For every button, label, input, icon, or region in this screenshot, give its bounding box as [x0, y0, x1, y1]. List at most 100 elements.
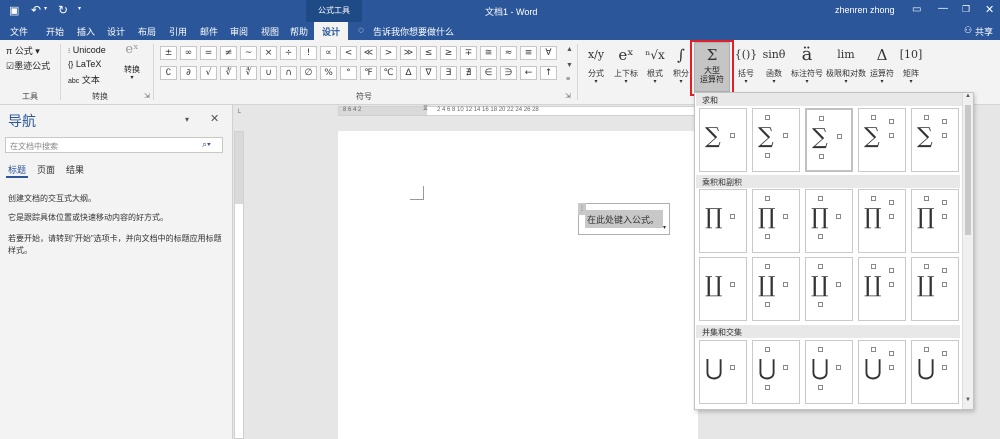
- symbol-button[interactable]: ≤: [420, 46, 437, 60]
- radical-button[interactable]: ⁿ√x 根式 ▾: [642, 42, 668, 85]
- nav-tab-headings[interactable]: 标题: [8, 163, 26, 176]
- symbol-button[interactable]: ∁: [160, 66, 177, 80]
- gallery-item[interactable]: ∏: [911, 189, 959, 253]
- ribbon-display-icon[interactable]: ▭: [912, 4, 921, 15]
- symbol-button[interactable]: ∜: [240, 66, 257, 80]
- symbol-button[interactable]: ∂: [180, 66, 197, 80]
- symbol-button[interactable]: ≪: [360, 46, 377, 60]
- indent-marker-icon[interactable]: ⧖: [423, 105, 428, 113]
- symbol-button[interactable]: ↑: [540, 66, 557, 80]
- gallery-item[interactable]: ∏: [805, 189, 853, 253]
- gallery-item[interactable]: ∑: [805, 108, 853, 172]
- nav-options-icon[interactable]: ▾: [185, 115, 189, 124]
- symbol-scroll-up-icon[interactable]: ▲: [566, 46, 573, 53]
- symbol-button[interactable]: ≠: [220, 46, 237, 60]
- tab-insert[interactable]: 插入: [77, 25, 95, 38]
- limit-log-button[interactable]: lim 极限和对数 ▾: [825, 42, 867, 85]
- gallery-item[interactable]: ∐: [699, 257, 747, 321]
- restore-icon[interactable]: ❐: [962, 4, 970, 15]
- symbol-button[interactable]: ≥: [440, 46, 457, 60]
- gallery-item[interactable]: ∑: [699, 108, 747, 172]
- symbol-button[interactable]: ∪: [260, 66, 277, 80]
- gallery-item[interactable]: ∐: [911, 257, 959, 321]
- equation-placeholder[interactable]: 在此处键入公式。: [585, 210, 663, 228]
- customize-qat-icon[interactable]: ▾: [78, 5, 81, 12]
- symbol-scroll-down-icon[interactable]: ▼: [566, 62, 573, 69]
- symbol-button[interactable]: ∀: [540, 46, 557, 60]
- document-page[interactable]: ⋮ 在此处键入公式。 ▾: [338, 131, 698, 439]
- nav-tab-pages[interactable]: 页面: [37, 163, 55, 176]
- symbol-button[interactable]: %: [320, 66, 337, 80]
- symbol-button[interactable]: ±: [160, 46, 177, 60]
- gallery-item[interactable]: ∑: [911, 108, 959, 172]
- gallery-item[interactable]: ∑: [858, 108, 906, 172]
- symbol-button[interactable]: ∆: [400, 66, 417, 80]
- tab-selector-icon[interactable]: └: [236, 110, 241, 117]
- symbol-button[interactable]: ∄: [460, 66, 477, 80]
- tab-review[interactable]: 审阅: [230, 25, 248, 38]
- tab-home[interactable]: 开始: [46, 25, 64, 38]
- save-icon[interactable]: ▣: [9, 4, 19, 17]
- gallery-item[interactable]: ∏: [858, 189, 906, 253]
- symbol-button[interactable]: √: [200, 66, 217, 80]
- symbol-button[interactable]: ∛: [220, 66, 237, 80]
- equation-options-icon[interactable]: ▾: [663, 224, 666, 231]
- nav-close-icon[interactable]: ✕: [210, 112, 219, 125]
- gallery-item[interactable]: ∐: [752, 257, 800, 321]
- symbol-button[interactable]: ∩: [280, 66, 297, 80]
- gallery-item[interactable]: ⋃: [858, 340, 906, 404]
- gallery-item[interactable]: ∐: [805, 257, 853, 321]
- symbol-button[interactable]: ~: [240, 46, 257, 60]
- tab-view[interactable]: 视图: [261, 25, 279, 38]
- script-button[interactable]: eˣ 上下标 ▾: [610, 42, 642, 85]
- bracket-button[interactable]: {()} 括号 ▾: [733, 42, 759, 85]
- symbol-button[interactable]: ∓: [460, 46, 477, 60]
- tab-help[interactable]: 帮助: [290, 25, 308, 38]
- close-icon[interactable]: ✕: [985, 3, 994, 16]
- gallery-item[interactable]: ∑: [752, 108, 800, 172]
- symbol-button[interactable]: ÷: [280, 46, 297, 60]
- text-option[interactable]: abc 文本: [68, 73, 100, 86]
- scroll-up-icon[interactable]: ▲: [965, 93, 971, 99]
- tab-file[interactable]: 文件: [10, 25, 28, 38]
- gallery-item[interactable]: ∏: [699, 189, 747, 253]
- gallery-scrollbar[interactable]: ▲ ▼: [962, 93, 973, 409]
- equation-container[interactable]: ⋮ 在此处键入公式。 ▾: [578, 203, 670, 235]
- gallery-item[interactable]: ⋃: [752, 340, 800, 404]
- symbol-button[interactable]: !: [300, 46, 317, 60]
- ink-equation-button[interactable]: ☑墨迹公式: [6, 59, 50, 72]
- equation-button[interactable]: π 公式 ▾: [6, 44, 40, 57]
- gallery-item[interactable]: ∐: [858, 257, 906, 321]
- symbol-button[interactable]: ≈: [500, 46, 517, 60]
- user-name[interactable]: zhenren zhong: [835, 5, 895, 15]
- gallery-item[interactable]: ⋃: [805, 340, 853, 404]
- symbol-button[interactable]: ≫: [400, 46, 417, 60]
- tab-layout[interactable]: 布局: [138, 25, 156, 38]
- gallery-item[interactable]: ⋃: [911, 340, 959, 404]
- dialog-launcher-icon[interactable]: ⇲: [144, 92, 150, 100]
- tab-equation-design[interactable]: 设计: [314, 22, 349, 40]
- horizontal-ruler[interactable]: 8 6 4 2 2 4 6 8 10 12 14 16 18 20 22 24 …: [338, 105, 700, 116]
- symbol-button[interactable]: ∝: [320, 46, 337, 60]
- matrix-button[interactable]: [10] 矩阵 ▾: [897, 42, 925, 85]
- gallery-item[interactable]: ⋃: [699, 340, 747, 404]
- scroll-down-icon[interactable]: ▼: [965, 397, 971, 403]
- redo-icon[interactable]: ↻: [58, 3, 68, 17]
- symbol-button[interactable]: ∈: [480, 66, 497, 80]
- nav-tab-results[interactable]: 结果: [66, 163, 84, 176]
- symbol-button[interactable]: ∇: [420, 66, 437, 80]
- gallery-item[interactable]: ∏: [752, 189, 800, 253]
- symbol-button[interactable]: ∅: [300, 66, 317, 80]
- symbol-button[interactable]: °: [340, 66, 357, 80]
- symbol-button[interactable]: ×: [260, 46, 277, 60]
- scroll-thumb[interactable]: [965, 105, 971, 235]
- tab-design[interactable]: 设计: [107, 25, 125, 38]
- nav-search-input[interactable]: 在文档中搜索 ⌕▾: [5, 137, 223, 153]
- operator-button[interactable]: Δ 运算符 ▾: [867, 42, 897, 85]
- symbol-button[interactable]: >: [380, 46, 397, 60]
- undo-icon[interactable]: ↶: [31, 3, 41, 17]
- symbol-button[interactable]: ≅: [480, 46, 497, 60]
- symbol-button[interactable]: ∃: [440, 66, 457, 80]
- symbol-button[interactable]: ←: [520, 66, 537, 80]
- symbol-more-icon[interactable]: ≡: [566, 76, 570, 83]
